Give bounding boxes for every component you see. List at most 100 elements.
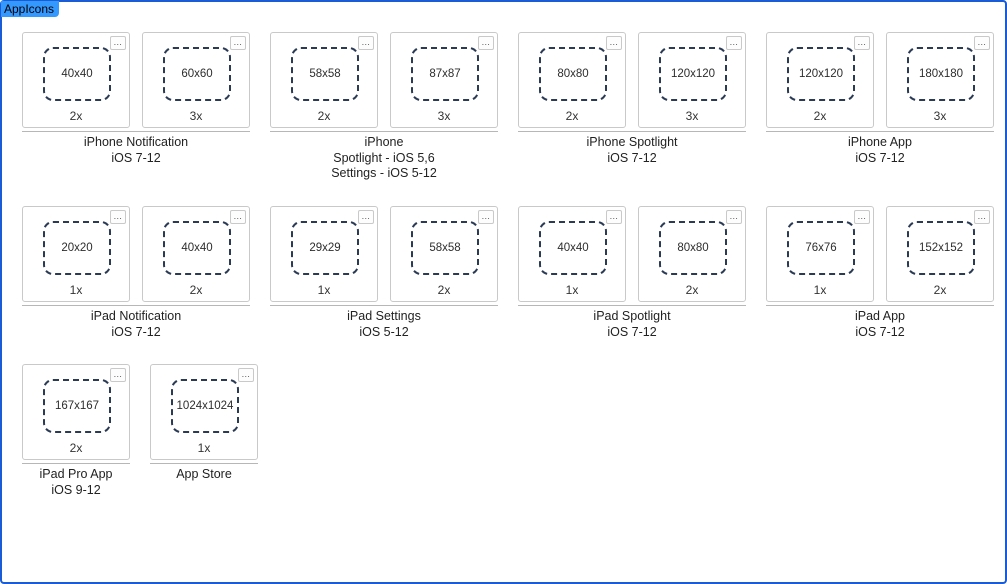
icon-size-label: 180x180 xyxy=(919,68,963,80)
icon-placeholder[interactable]: 40x40 xyxy=(43,47,111,101)
icon-scale-label: 2x xyxy=(639,283,745,297)
icon-placeholder[interactable]: 40x40 xyxy=(539,221,607,275)
slot-menu-button[interactable]: … xyxy=(726,210,742,224)
group-slots: …167x1672x xyxy=(22,364,130,460)
slot-menu-button[interactable]: … xyxy=(110,36,126,50)
icon-size-label: 58x58 xyxy=(429,242,460,254)
group-title: iPad Notification iOS 7-12 xyxy=(91,309,181,340)
slot-menu-button[interactable]: … xyxy=(974,36,990,50)
slot-menu-button[interactable]: … xyxy=(854,36,870,50)
icon-slot[interactable]: …167x1672x xyxy=(22,364,130,460)
icon-size-label: 1024x1024 xyxy=(177,400,234,412)
icon-scale-label: 2x xyxy=(391,283,497,297)
icon-slot[interactable]: …120x1203x xyxy=(638,32,746,128)
icon-placeholder[interactable]: 58x58 xyxy=(291,47,359,101)
icon-placeholder[interactable]: 167x167 xyxy=(43,379,111,433)
icon-scale-label: 1x xyxy=(767,283,873,297)
icon-slot[interactable]: … 58x58 2x xyxy=(390,206,498,302)
slot-menu-button[interactable]: … xyxy=(478,210,494,224)
group-title: iPhone Spotlight - iOS 5,6 Settings - iO… xyxy=(331,135,437,182)
group-slots: …1024x10241x xyxy=(150,364,258,460)
icon-placeholder[interactable]: 120x120 xyxy=(659,47,727,101)
icon-placeholder[interactable]: 40x40 xyxy=(163,221,231,275)
icon-slot[interactable]: …58x58 2x xyxy=(270,32,378,128)
icon-size-label: 167x167 xyxy=(55,400,99,412)
icon-slot[interactable]: …1024x10241x xyxy=(150,364,258,460)
icon-placeholder[interactable]: 87x87 xyxy=(411,47,479,101)
slot-menu-button[interactable]: … xyxy=(238,368,254,382)
icon-slot-box[interactable]: …87x873x xyxy=(390,32,498,128)
group-title: iPhone App iOS 7-12 xyxy=(848,135,912,166)
icon-slot[interactable]: …76x76 1x xyxy=(766,206,874,302)
icon-group: …1024x10241xApp Store xyxy=(150,364,258,483)
icon-placeholder[interactable]: 80x80 xyxy=(539,47,607,101)
icon-slot-box[interactable]: …40x401x xyxy=(518,206,626,302)
icon-slot-box[interactable]: …1024x10241x xyxy=(150,364,258,460)
icon-slot[interactable]: …29x291x xyxy=(270,206,378,302)
icon-slot-box[interactable]: …120x1203x xyxy=(638,32,746,128)
icon-slot-box[interactable]: …58x58 2x xyxy=(270,32,378,128)
icon-scale-label: 2x xyxy=(519,109,625,123)
icon-group: …167x1672xiPad Pro App iOS 9-12 xyxy=(22,364,130,498)
slot-menu-button[interactable]: … xyxy=(230,36,246,50)
slot-menu-button[interactable]: … xyxy=(358,36,374,50)
icon-group: …40x402x…60x603xiPhone Notification iOS … xyxy=(22,32,250,166)
icon-slot[interactable]: …87x873x xyxy=(390,32,498,128)
icon-slot[interactable]: …40x401x xyxy=(518,206,626,302)
icon-slot-box[interactable]: …80x80 2x xyxy=(638,206,746,302)
icon-slot-box[interactable]: …167x1672x xyxy=(22,364,130,460)
slot-menu-button[interactable]: … xyxy=(606,210,622,224)
icon-placeholder[interactable]: 58x58 xyxy=(411,221,479,275)
slot-menu-button[interactable]: … xyxy=(974,210,990,224)
group-slots: …40x401x…80x802x xyxy=(518,206,746,302)
slot-menu-button[interactable]: … xyxy=(478,36,494,50)
icon-placeholder[interactable]: 180x180 xyxy=(907,47,975,101)
icon-slot-box[interactable]: …180x1803x xyxy=(886,32,994,128)
icon-placeholder[interactable]: 1024x1024 xyxy=(171,379,239,433)
icon-scale-label: 2x xyxy=(271,109,377,123)
icon-slot-box[interactable]: … 80x80 2x xyxy=(518,32,626,128)
group-title: iPad App iOS 7-12 xyxy=(855,309,905,340)
slot-menu-button[interactable]: … xyxy=(854,210,870,224)
icon-slot-box[interactable]: …40x402x xyxy=(142,206,250,302)
slot-menu-button[interactable]: … xyxy=(110,210,126,224)
icon-slot[interactable]: …20x201x xyxy=(22,206,130,302)
icon-slot-box[interactable]: …60x603x xyxy=(142,32,250,128)
icon-size-label: 80x80 xyxy=(557,68,588,80)
icon-slot-box[interactable]: …120x1202x xyxy=(766,32,874,128)
icon-size-label: 40x40 xyxy=(181,242,212,254)
icon-placeholder[interactable]: 29x29 xyxy=(291,221,359,275)
icon-slot[interactable]: …180x1803x xyxy=(886,32,994,128)
groups-row: …167x1672xiPad Pro App iOS 9-12…1024x102… xyxy=(22,364,990,498)
icon-placeholder[interactable]: 60x60 xyxy=(163,47,231,101)
slot-menu-button[interactable]: … xyxy=(358,210,374,224)
icon-size-label: 60x60 xyxy=(181,68,212,80)
icon-slot[interactable]: …60x603x xyxy=(142,32,250,128)
icon-slot-box[interactable]: … 58x58 2x xyxy=(390,206,498,302)
icon-slot[interactable]: …152x1522x xyxy=(886,206,994,302)
icon-slot[interactable]: …40x402x xyxy=(22,32,130,128)
slot-menu-button[interactable]: … xyxy=(110,368,126,382)
icon-placeholder[interactable]: 20x20 xyxy=(43,221,111,275)
slot-menu-button[interactable]: … xyxy=(606,36,622,50)
icon-slot-box[interactable]: …40x402x xyxy=(22,32,130,128)
icon-slot[interactable]: …40x402x xyxy=(142,206,250,302)
icon-slot-box[interactable]: …20x201x xyxy=(22,206,130,302)
icon-placeholder[interactable]: 80x80 xyxy=(659,221,727,275)
slot-menu-button[interactable]: … xyxy=(230,210,246,224)
icon-placeholder[interactable]: 76x76 xyxy=(787,221,855,275)
icon-slot[interactable]: …120x1202x xyxy=(766,32,874,128)
group-slots: … 80x80 2x …120x1203x xyxy=(518,32,746,128)
icon-slot-box[interactable]: …152x1522x xyxy=(886,206,994,302)
icon-placeholder[interactable]: 152x152 xyxy=(907,221,975,275)
icon-slot-box[interactable]: …76x76 1x xyxy=(766,206,874,302)
icon-slot-box[interactable]: …29x291x xyxy=(270,206,378,302)
group-title: iPad Pro App iOS 9-12 xyxy=(40,467,113,498)
icon-slot[interactable]: … 80x80 2x xyxy=(518,32,626,128)
group-slots: …58x582x…87x873x xyxy=(270,32,498,128)
group-separator xyxy=(518,131,746,132)
icon-slot[interactable]: …80x80 2x xyxy=(638,206,746,302)
slot-menu-button[interactable]: … xyxy=(726,36,742,50)
group-title: iPad Settings iOS 5-12 xyxy=(347,309,421,340)
icon-placeholder[interactable]: 120x120 xyxy=(787,47,855,101)
